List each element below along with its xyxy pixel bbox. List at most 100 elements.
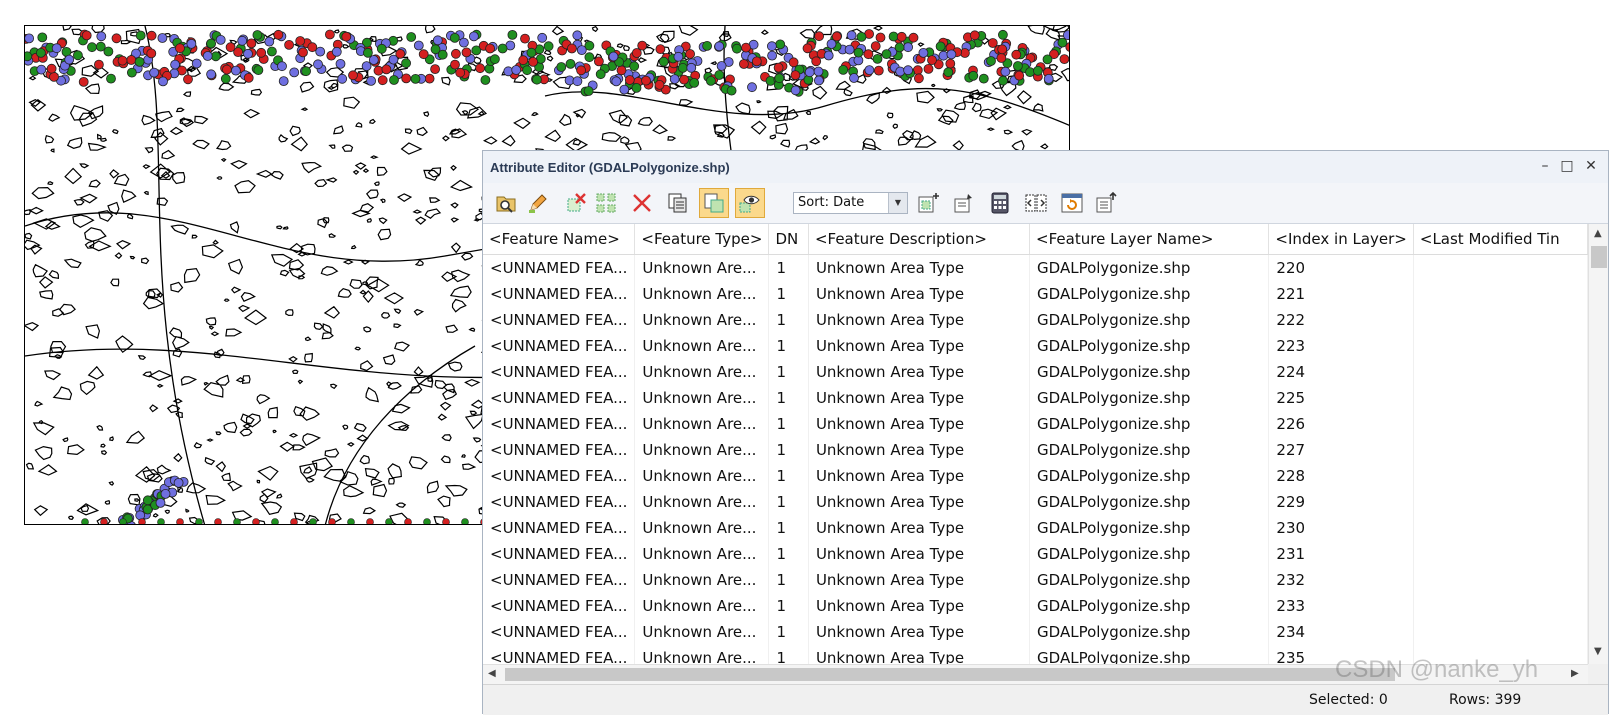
table-cell[interactable]: 232 [1268,567,1414,593]
table-cell[interactable] [1413,645,1588,664]
view-eye-icon[interactable] [735,188,765,218]
column-header[interactable]: <Feature Name> [483,224,636,255]
table-cell[interactable]: Unknown Area Type [808,254,1031,281]
table-cell[interactable]: Unknown Area Type [808,411,1031,437]
table-cell[interactable]: GDALPolygonize.shp [1029,385,1270,411]
scroll-right-icon[interactable]: ▶ [1571,668,1579,679]
table-cell[interactable] [1413,359,1588,385]
table-cell[interactable]: Unknown Are... [634,489,770,515]
table-cell[interactable]: <UNNAMED FEA... [483,333,636,359]
table-cell[interactable]: Unknown Area Type [808,567,1031,593]
table-cell[interactable]: 1 [768,619,809,645]
table-cell[interactable]: Unknown Area Type [808,281,1031,307]
table-row[interactable]: <UNNAMED FEA... Unknown Are... 1 Unknown Ar… [483,254,1588,281]
edit-pencil-icon[interactable] [523,188,553,218]
table-cell[interactable]: <UNNAMED FEA... [483,645,636,664]
table-cell[interactable]: GDALPolygonize.shp [1029,437,1270,463]
table-cell[interactable] [1413,385,1588,411]
split-icon[interactable] [1021,188,1051,218]
table-row[interactable]: <UNNAMED FEA... Unknown Are... 1 Unknown Ar… [483,437,1588,463]
table-cell[interactable]: Unknown Are... [634,593,770,619]
table-cell[interactable]: GDALPolygonize.shp [1029,359,1270,385]
vertical-scroll-thumb[interactable] [1591,246,1607,268]
table-cell[interactable]: 1 [768,489,809,515]
export-icon[interactable] [1091,188,1121,218]
table-cell[interactable]: Unknown Area Type [808,307,1031,333]
table-cell[interactable]: GDALPolygonize.shp [1029,307,1270,333]
table-cell[interactable]: <UNNAMED FEA... [483,437,636,463]
table-cell[interactable]: <UNNAMED FEA... [483,385,636,411]
table-row[interactable]: <UNNAMED FEA... Unknown Are... 1 Unknown Ar… [483,411,1588,437]
scroll-left-icon[interactable]: ◀ [488,668,496,679]
add-column-icon[interactable] [913,188,943,218]
column-header[interactable]: DN [768,224,809,255]
table-cell[interactable]: <UNNAMED FEA... [483,281,636,307]
edit-column-icon[interactable] [949,188,979,218]
table-cell[interactable] [1413,619,1588,645]
scroll-down-icon[interactable]: ▼ [1594,646,1602,657]
table-cell[interactable]: Unknown Are... [634,385,770,411]
table-cell[interactable]: 1 [768,515,809,541]
calculator-icon[interactable] [985,188,1015,218]
table-row[interactable]: <UNNAMED FEA... Unknown Are... 1 Unknown Ar… [483,333,1588,359]
table-cell[interactable]: 235 [1268,645,1414,664]
table-cell[interactable]: Unknown Area Type [808,489,1031,515]
table-cell[interactable]: Unknown Area Type [808,619,1031,645]
table-row[interactable]: <UNNAMED FEA... Unknown Are... 1 Unknown Ar… [483,385,1588,411]
table-row[interactable]: <UNNAMED FEA... Unknown Are... 1 Unknown Ar… [483,307,1588,333]
table-cell[interactable]: <UNNAMED FEA... [483,567,636,593]
column-header[interactable]: <Feature Layer Name> [1029,224,1270,255]
table-cell[interactable]: Unknown Area Type [808,515,1031,541]
table-cell[interactable]: <UNNAMED FEA... [483,515,636,541]
table-cell[interactable] [1413,437,1588,463]
table-cell[interactable]: Unknown Are... [634,281,770,307]
table-cell[interactable]: 225 [1268,385,1414,411]
table-cell[interactable]: Unknown Are... [634,645,770,664]
show-selected-only-icon[interactable] [699,188,729,218]
table-cell[interactable]: Unknown Are... [634,463,770,489]
table-row[interactable]: <UNNAMED FEA... Unknown Are... 1 Unknown Ar… [483,359,1588,385]
column-header[interactable]: <Last Modified Tin [1413,224,1588,255]
table-cell[interactable]: Unknown Are... [634,567,770,593]
table-cell[interactable]: Unknown Are... [634,619,770,645]
table-cell[interactable]: <UNNAMED FEA... [483,307,636,333]
table-cell[interactable]: Unknown Are... [634,333,770,359]
refresh-icon[interactable] [1057,188,1087,218]
table-row[interactable]: <UNNAMED FEA... Unknown Are... 1 Unknown Ar… [483,645,1588,664]
table-cell[interactable]: 221 [1268,281,1414,307]
table-cell[interactable]: 1 [768,254,809,281]
column-header[interactable]: <Feature Type> [634,224,770,255]
table-cell[interactable]: 222 [1268,307,1414,333]
table-cell[interactable]: Unknown Area Type [808,437,1031,463]
table-cell[interactable]: GDALPolygonize.shp [1029,411,1270,437]
table-row[interactable]: <UNNAMED FEA... Unknown Are... 1 Unknown Ar… [483,515,1588,541]
table-cell[interactable]: Unknown Are... [634,254,770,281]
table-cell[interactable]: GDALPolygonize.shp [1029,254,1270,281]
table-cell[interactable]: 1 [768,385,809,411]
table-cell[interactable]: 1 [768,359,809,385]
table-cell[interactable]: 229 [1268,489,1414,515]
table-cell[interactable]: Unknown Are... [634,359,770,385]
table-cell[interactable]: Unknown Area Type [808,645,1031,664]
table-cell[interactable]: Unknown Area Type [808,541,1031,567]
chevron-down-icon[interactable]: ▼ [888,193,907,213]
table-cell[interactable]: 1 [768,593,809,619]
table-cell[interactable]: 1 [768,463,809,489]
table-cell[interactable]: <UNNAMED FEA... [483,541,636,567]
delete-selected-icon[interactable] [561,188,591,218]
table-cell[interactable] [1413,567,1588,593]
table-cell[interactable]: Unknown Area Type [808,359,1031,385]
table-cell[interactable]: GDALPolygonize.shp [1029,541,1270,567]
table-row[interactable]: <UNNAMED FEA... Unknown Are... 1 Unknown Ar… [483,567,1588,593]
table-cell[interactable]: <UNNAMED FEA... [483,463,636,489]
table-cell[interactable]: 1 [768,437,809,463]
scroll-up-icon[interactable]: ▲ [1594,228,1602,239]
table-cell[interactable]: 1 [768,307,809,333]
table-cell[interactable]: GDALPolygonize.shp [1029,567,1270,593]
table-cell[interactable]: 1 [768,281,809,307]
search-folder-icon[interactable] [491,188,521,218]
maximize-button[interactable]: □ [1557,156,1577,176]
table-cell[interactable]: GDALPolygonize.shp [1029,515,1270,541]
table-cell[interactable]: <UNNAMED FEA... [483,489,636,515]
sort-dropdown[interactable]: Sort: Date ▼ [793,192,908,214]
